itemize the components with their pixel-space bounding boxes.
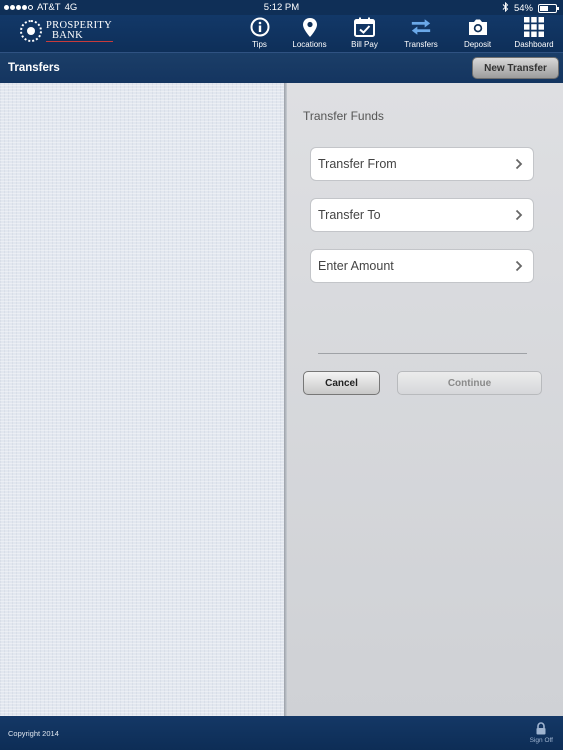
- enter-amount-label: Enter Amount: [318, 259, 394, 273]
- transfer-from-label: Transfer From: [318, 157, 397, 171]
- battery-icon: [538, 4, 559, 13]
- chevron-right-icon: [512, 157, 526, 171]
- nav-dashboard[interactable]: Dashboard: [505, 15, 563, 52]
- chevron-right-icon: [512, 259, 526, 273]
- section-title: Transfer Funds: [303, 109, 384, 123]
- location-pin-icon: [299, 16, 321, 38]
- lock-icon: [535, 722, 547, 737]
- nav-deposit-label: Deposit: [463, 40, 492, 49]
- transfer-from-row[interactable]: Transfer From: [310, 147, 534, 181]
- nav-deposit[interactable]: Deposit: [450, 15, 505, 52]
- camera-icon: [467, 16, 489, 38]
- copyright-text: Copyright 2014: [8, 729, 59, 738]
- nav-locations-label: Locations: [292, 40, 327, 49]
- footer-bar: Copyright 2014 Sign Off: [0, 716, 563, 750]
- transfer-arrows-icon: [410, 16, 432, 38]
- sign-off-label: Sign Off: [529, 737, 553, 744]
- sign-off-button[interactable]: Sign Off: [530, 722, 553, 744]
- page-title: Transfers: [8, 62, 60, 74]
- nav-dashboard-label: Dashboard: [514, 40, 554, 49]
- battery-percent: 54%: [513, 3, 533, 14]
- nav-locations[interactable]: Locations: [282, 15, 337, 52]
- transfer-to-label: Transfer To: [318, 208, 381, 222]
- transfer-to-row[interactable]: Transfer To: [310, 198, 534, 232]
- clock: 5:12 PM: [263, 2, 300, 13]
- info-icon: [249, 16, 271, 38]
- bank-logo-icon: [20, 20, 42, 42]
- brand-line-2: BANK: [46, 30, 113, 42]
- bluetooth-icon: [502, 1, 509, 15]
- nav-bill-pay-label: Bill Pay: [351, 40, 378, 49]
- nav-bill-pay[interactable]: Bill Pay: [337, 15, 392, 52]
- nav-transfers-label: Transfers: [404, 40, 438, 49]
- enter-amount-row[interactable]: Enter Amount: [310, 249, 534, 283]
- calendar-check-icon: [354, 16, 376, 38]
- nav-tips-label: Tips: [252, 40, 267, 49]
- nav-tips[interactable]: Tips: [237, 15, 282, 52]
- continue-button[interactable]: Continue: [397, 371, 542, 395]
- nav-transfers[interactable]: Transfers: [392, 15, 450, 52]
- transfer-form-pane: Transfer Funds Transfer From Transfer To…: [287, 83, 563, 716]
- grid-icon: [523, 16, 545, 38]
- new-transfer-button[interactable]: New Transfer: [472, 57, 559, 79]
- title-bar: Transfers New Transfer: [0, 52, 563, 83]
- prosperity-bank-logo[interactable]: PROSPERITY BANK: [20, 20, 113, 42]
- brand-line-1: PROSPERITY: [46, 19, 113, 31]
- top-navigation: PROSPERITY BANK Tips Locations Bill Pay: [0, 15, 563, 52]
- master-list-pane: [0, 83, 284, 716]
- form-separator: [318, 353, 527, 354]
- chevron-right-icon: [512, 208, 526, 222]
- status-bar: AT&T 4G 5:12 PM 54%: [0, 0, 563, 15]
- cancel-button[interactable]: Cancel: [303, 371, 380, 395]
